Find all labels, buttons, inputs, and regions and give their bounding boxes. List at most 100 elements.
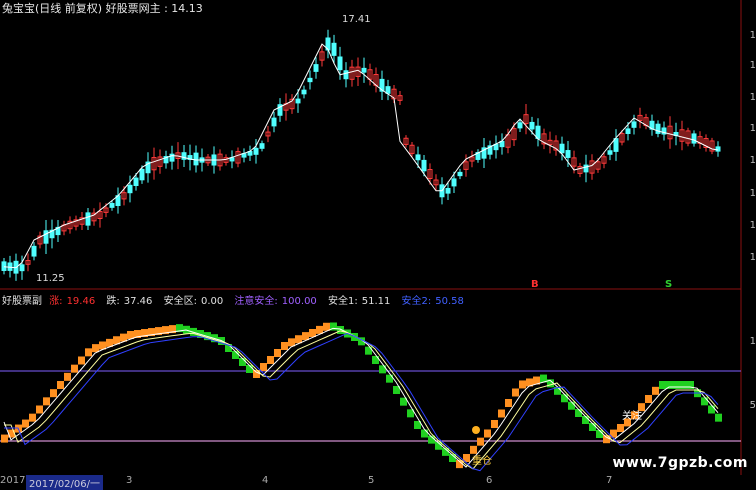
candle-body	[559, 143, 565, 154]
high-price-label: 17.41	[342, 14, 371, 25]
candle-body	[31, 245, 37, 257]
month-tick: 5	[368, 475, 375, 486]
candle-body	[529, 121, 535, 130]
candle-body	[613, 138, 619, 152]
candle-body	[517, 122, 523, 129]
month-tick: 3	[126, 475, 133, 486]
indicator-bar	[519, 380, 526, 389]
price-chart[interactable]	[0, 0, 756, 487]
indicator-bar	[568, 401, 575, 410]
indicator-bar	[708, 405, 715, 414]
right-axis-tick: 5	[749, 400, 756, 411]
candle-body	[295, 98, 301, 104]
marker-heavy: 重仓	[472, 456, 492, 467]
indicator-bar	[274, 349, 281, 357]
right-axis-tick: 1	[749, 60, 756, 71]
candle-body	[331, 42, 337, 56]
indicator-bar	[288, 338, 295, 347]
indicator-line-2	[4, 330, 719, 470]
indicator-bar	[78, 356, 85, 365]
indicator-bar	[498, 409, 505, 418]
indicator-bar	[673, 381, 680, 389]
right-axis-tick: 1	[749, 92, 756, 103]
indicator-item-safe1: 安全1: 51.11	[327, 296, 391, 307]
indicator-bar	[71, 364, 78, 373]
indicator-bar	[1, 434, 8, 443]
ma-line	[3, 43, 719, 269]
indicator-bar	[421, 429, 428, 438]
candle-body	[337, 56, 343, 71]
indicator-bar	[652, 386, 659, 395]
indicator-name: 好股票副	[2, 296, 42, 307]
candle-body	[313, 64, 319, 72]
indicator-line-3	[4, 332, 719, 472]
candle-body	[607, 150, 613, 155]
indicator-bar	[659, 381, 666, 389]
indicator-bar	[43, 397, 50, 406]
month-tick: 4	[262, 475, 269, 486]
candle-body	[253, 147, 259, 155]
indicator-bar	[50, 389, 57, 398]
indicator-bar	[281, 342, 288, 350]
indicator-bar	[316, 325, 323, 334]
right-axis-tick: 1	[749, 188, 756, 199]
candle-body	[127, 184, 133, 194]
right-axis-tick: 1	[749, 30, 756, 41]
candle-body	[451, 178, 457, 187]
indicator-bar	[680, 381, 687, 389]
indicator-bar	[29, 413, 36, 422]
month-tick: 7	[606, 475, 613, 486]
candle-body	[307, 77, 313, 83]
candle-body	[259, 143, 265, 149]
candle-body	[133, 177, 139, 186]
candle-body	[445, 187, 451, 194]
indicator-bar	[295, 335, 302, 344]
indicator-bar	[701, 397, 708, 406]
indicator-info-bar: 好股票副 涨: 19.46 跌: 37.46 安全区: 0.00 注意安全: 100.0…	[2, 292, 472, 307]
candle-body	[19, 264, 25, 272]
indicator-bar	[309, 329, 316, 337]
indicator-bar	[484, 429, 491, 438]
indicator-item-up: 涨: 19.46	[49, 296, 96, 307]
candle-body	[715, 146, 721, 152]
indicator-bar	[267, 356, 274, 364]
indicator-bar	[715, 413, 722, 422]
candle-body	[631, 121, 637, 128]
indicator-line-1	[3, 327, 719, 468]
low-price-label: 11.25	[36, 273, 65, 284]
indicator-series	[0, 322, 741, 472]
watermark: www.7gpzb.com	[612, 455, 748, 471]
candle-body	[43, 230, 49, 244]
indicator-item-down: 跌: 37.46	[106, 296, 153, 307]
indicator-bar	[260, 363, 267, 371]
indicator-bar	[302, 332, 309, 341]
candle-body	[301, 89, 307, 95]
right-axis-tick: 1	[749, 123, 756, 134]
price-candles	[1, 29, 721, 281]
right-axis-tick: 1	[749, 155, 756, 166]
candle-body	[691, 133, 697, 144]
indicator-bar	[645, 395, 652, 403]
candle-body	[1, 261, 7, 271]
candle-body	[193, 152, 199, 166]
indicator-item-safe-zone: 安全区: 0.00	[163, 296, 224, 307]
candle-body	[421, 159, 427, 172]
buy-signal: B	[531, 279, 539, 290]
indicator-item-caution: 注意安全: 100.00	[234, 296, 317, 307]
indicator-bar	[491, 420, 498, 428]
right-axis-tick: 1	[749, 220, 756, 231]
cursor-date-box: 2017/02/06/一	[26, 475, 104, 490]
candle-body	[583, 164, 589, 173]
signal-dot	[472, 426, 480, 434]
indicator-bar	[505, 399, 512, 407]
candle-body	[109, 202, 115, 208]
right-axis-tick: 1	[749, 252, 756, 263]
candle-body	[343, 70, 349, 80]
indicator-bar	[575, 409, 582, 417]
candle-body	[361, 67, 367, 73]
month-tick: 6	[486, 475, 493, 486]
candle-body	[625, 128, 631, 134]
candle-body	[535, 125, 541, 139]
indicator-bar	[617, 424, 624, 432]
time-axis[interactable]: 20173 2017/02/06/一 3 4 5 6 7	[0, 475, 756, 490]
